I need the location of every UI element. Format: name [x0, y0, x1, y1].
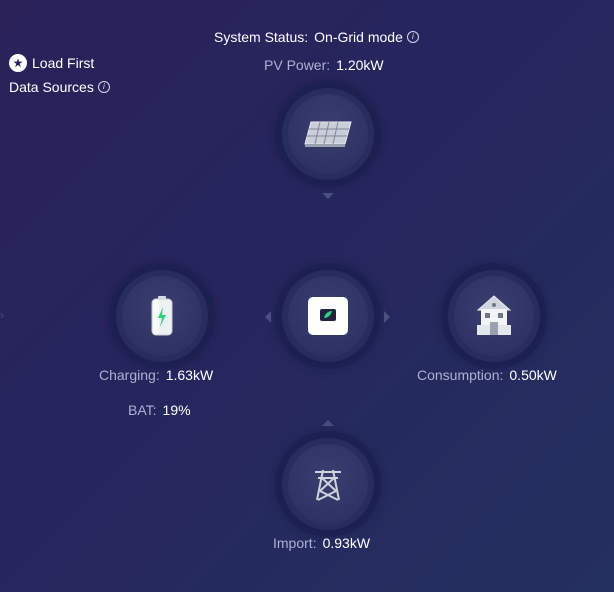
home-node[interactable] [448, 270, 540, 362]
import-label: Import: [273, 535, 317, 551]
flow-arrow-right [384, 311, 390, 323]
data-sources-label: Data Sources [9, 79, 94, 95]
pv-power-label: PV Power: [264, 57, 331, 73]
flow-arrow-left [265, 311, 271, 323]
grid-node[interactable] [282, 438, 374, 530]
bat-readout: BAT: 19% [128, 402, 191, 418]
pv-node[interactable] [282, 88, 374, 180]
import-readout: Import: 0.93kW [273, 535, 370, 551]
consumption-readout: Consumption: 0.50kW [417, 367, 557, 383]
work-mode: ★ Load First [9, 54, 94, 72]
inverter-icon [308, 297, 348, 335]
consumption-value: 0.50kW [509, 367, 557, 383]
charging-value: 1.63kW [165, 367, 214, 383]
info-icon[interactable]: i [406, 31, 419, 43]
info-icon[interactable]: i [97, 81, 110, 93]
pv-power-value: 1.20kW [336, 57, 384, 73]
bat-label: BAT: [128, 402, 157, 418]
work-mode-label: Load First [32, 55, 95, 71]
battery-charging-icon [151, 296, 173, 336]
charging-label: Charging: [99, 367, 160, 383]
battery-node[interactable] [116, 270, 208, 362]
data-sources[interactable]: Data Sources i [9, 79, 110, 95]
charging-readout: Charging: 1.63kW [99, 367, 213, 383]
bat-value: 19% [162, 402, 191, 418]
system-status-label: System Status: [214, 29, 309, 45]
solar-panel-icon [304, 121, 352, 147]
import-value: 0.93kW [322, 535, 371, 551]
chevron-right-icon[interactable]: › [0, 308, 4, 322]
inverter-node[interactable] [282, 270, 374, 362]
consumption-label: Consumption: [417, 367, 504, 383]
flow-arrow-down [322, 193, 334, 199]
power-tower-icon [315, 469, 341, 501]
pv-power: PV Power: 1.20kW [264, 57, 384, 73]
house-icon [476, 295, 512, 335]
system-status-value: On-Grid mode [314, 29, 403, 45]
star-icon: ★ [9, 54, 27, 72]
system-status: System Status: On-Grid mode i [214, 29, 419, 45]
flow-arrow-up [322, 420, 334, 426]
